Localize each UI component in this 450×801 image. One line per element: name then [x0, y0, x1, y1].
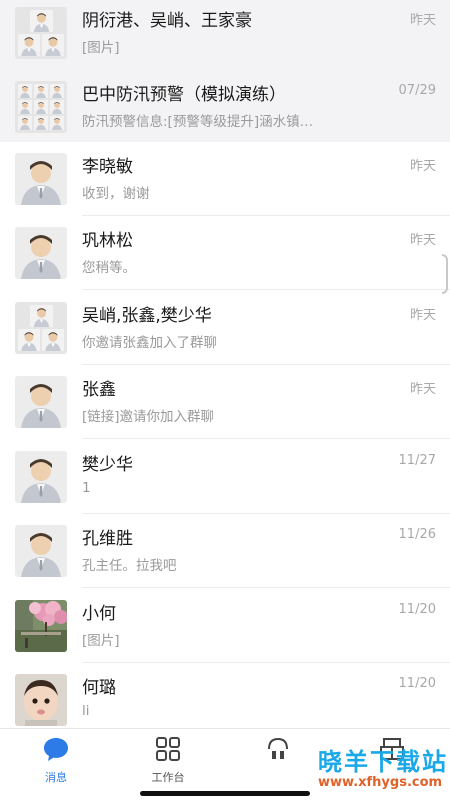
group-avatar — [15, 302, 67, 354]
grid-icon — [156, 737, 180, 761]
chat-preview: 您稍等。 — [82, 260, 136, 276]
chat-preview: 1 — [82, 480, 91, 496]
tab-label: 工作台 — [151, 771, 185, 784]
chat-preview: [图片] — [82, 633, 120, 649]
chat-item[interactable]: 樊少华 1 11/27 — [0, 440, 450, 514]
chat-name: 樊少华 — [82, 455, 133, 475]
chat-preview: 你邀请张鑫加入了群聊 — [82, 335, 217, 351]
tab-contacts[interactable] — [238, 735, 318, 785]
chat-item[interactable]: 阴衍港、吴峭、王家豪 [图片] 昨天 — [0, 0, 450, 70]
default-avatar — [15, 153, 67, 205]
divider — [82, 289, 450, 290]
scroll-handle[interactable] — [442, 254, 448, 294]
chat-name: 李晓敏 — [82, 157, 133, 177]
chat-item[interactable]: 何璐 li 11/20 — [0, 663, 450, 728]
chat-preview: 孔主任。拉我吧 — [82, 558, 177, 574]
divider — [82, 587, 450, 588]
chat-time: 11/27 — [398, 453, 436, 468]
group-avatar — [15, 81, 67, 133]
default-avatar — [15, 227, 67, 279]
default-avatar — [15, 525, 67, 577]
divider — [82, 438, 450, 439]
chat-time: 昨天 — [409, 13, 436, 28]
tab-workbench[interactable]: 工作台 — [128, 735, 208, 785]
chat-time: 07/29 — [398, 83, 436, 98]
chat-time: 11/20 — [398, 602, 436, 617]
chat-name: 巴中防汛预警（模拟演练） — [82, 85, 286, 105]
chat-name: 何璐 — [82, 678, 116, 698]
chat-item[interactable]: 张鑫 [链接]邀请你加入群聊 昨天 — [0, 365, 450, 439]
chat-time: 昨天 — [409, 159, 436, 174]
tab-label: 消息 — [45, 771, 67, 784]
chat-time: 昨天 — [409, 233, 436, 248]
watermark: 晓羊下载站 www.xfhygs.com — [312, 742, 448, 796]
chat-preview: [图片] — [82, 40, 120, 56]
chat-preview: 收到，谢谢 — [82, 186, 150, 202]
chat-name: 小何 — [82, 604, 116, 624]
photo-avatar — [15, 600, 67, 652]
photo-avatar — [15, 674, 67, 726]
home-indicator — [140, 791, 310, 796]
chat-time: 昨天 — [409, 382, 436, 397]
chat-preview: [链接]邀请你加入群聊 — [82, 409, 215, 425]
chat-preview: li — [82, 703, 90, 719]
chat-item[interactable]: 小何 [图片] 11/20 — [0, 589, 450, 663]
default-avatar — [15, 376, 67, 428]
chat-preview: 防汛预警信息:[预警等级提升]涵水镇… — [82, 114, 314, 130]
chat-time: 11/20 — [398, 676, 436, 691]
watermark-title: 晓羊下载站 — [318, 748, 448, 776]
chat-name: 吴峭,张鑫,樊少华 — [82, 306, 212, 326]
chat-list[interactable]: 阴衍港、吴峭、王家豪 [图片] 昨天 巴中防汛预警（模拟演练） 防汛预警信息:[… — [0, 0, 450, 728]
chat-bubble-icon — [44, 738, 68, 761]
chat-name: 巩林松 — [82, 231, 133, 251]
chat-name: 张鑫 — [82, 380, 116, 400]
chat-item[interactable]: 李晓敏 收到，谢谢 昨天 — [0, 142, 450, 216]
chat-time: 11/26 — [398, 527, 436, 542]
chat-item[interactable]: 巴中防汛预警（模拟演练） 防汛预警信息:[预警等级提升]涵水镇… 07/29 — [0, 70, 450, 142]
chat-item[interactable]: 吴峭,张鑫,樊少华 你邀请张鑫加入了群聊 昨天 — [0, 291, 450, 365]
chat-item[interactable]: 孔维胜 孔主任。拉我吧 11/26 — [0, 514, 450, 588]
default-avatar — [15, 451, 67, 503]
group-avatar — [15, 7, 67, 59]
chat-item[interactable]: 巩林松 您稍等。 昨天 — [0, 216, 450, 290]
tab-messages[interactable]: 消息 — [16, 735, 96, 785]
contacts-icon — [268, 737, 288, 759]
chat-time: 昨天 — [409, 308, 436, 323]
chat-name: 孔维胜 — [82, 529, 133, 549]
chat-name: 阴衍港、吴峭、王家豪 — [82, 11, 252, 31]
watermark-url: www.xfhygs.com — [318, 775, 443, 790]
